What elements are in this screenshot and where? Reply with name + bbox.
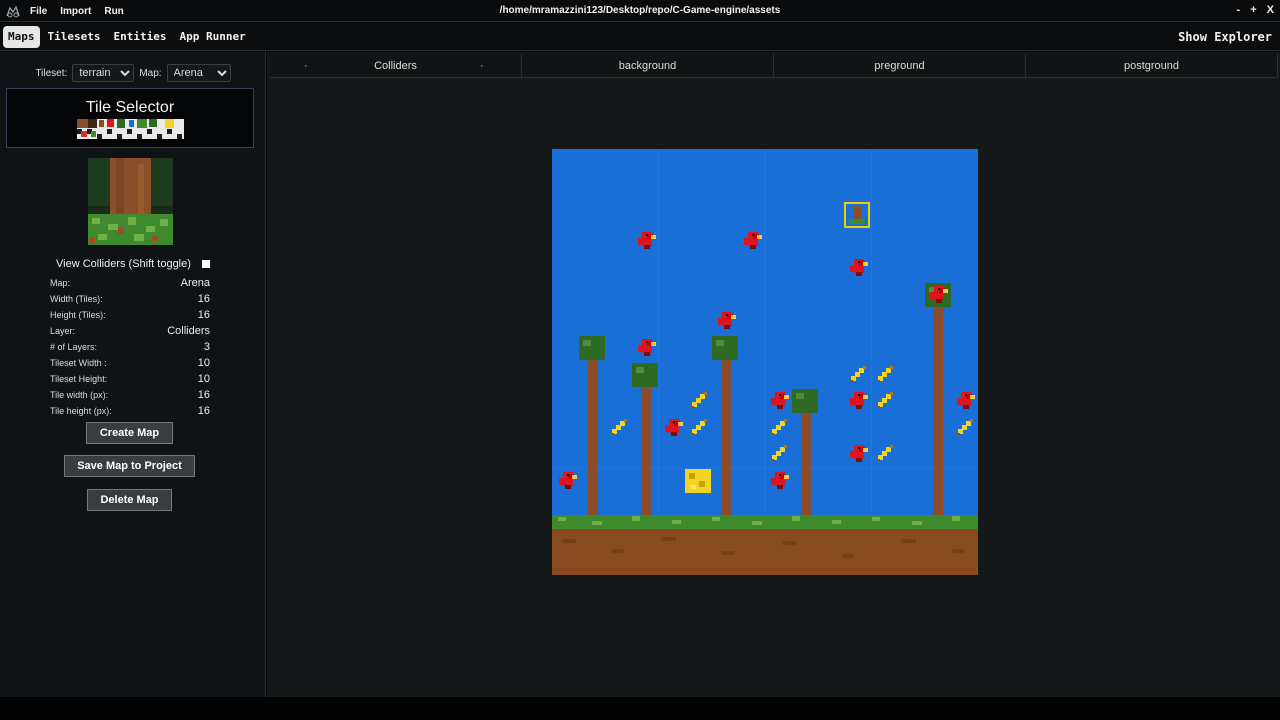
layer-tab-preground[interactable]: preground: [774, 54, 1026, 77]
status-bar: [0, 697, 1280, 720]
property-key: Tile width (px):: [50, 390, 109, 400]
create-map-button[interactable]: Create Map: [86, 422, 173, 444]
property-key: Map:: [50, 278, 71, 288]
drag-handle-icon: ·: [304, 60, 308, 72]
tile-selector-title: Tile Selector: [85, 99, 175, 116]
view-colliders-label: View Colliders (Shift toggle): [56, 258, 191, 270]
tile-selector-panel: Tile Selector: [6, 88, 254, 148]
close-button[interactable]: X: [1267, 4, 1274, 16]
tab-app-runner[interactable]: App Runner: [174, 26, 250, 48]
drag-handle-icon: ·: [480, 60, 484, 72]
map-editor: · Colliders · background preground postg…: [267, 52, 1280, 697]
property-row: Tile width (px): 16: [50, 387, 210, 403]
menu-file[interactable]: File: [30, 6, 47, 17]
map-label: Map:: [139, 67, 162, 79]
view-colliders-row: View Colliders (Shift toggle): [0, 258, 266, 270]
layer-tab-postground[interactable]: postground: [1026, 54, 1278, 77]
property-value: 16: [197, 293, 210, 305]
window-controls: - + X: [1237, 4, 1274, 16]
layer-tabs: · Colliders · background preground postg…: [270, 54, 1278, 78]
menu-import[interactable]: Import: [60, 6, 91, 17]
tileset-thumbnail[interactable]: [77, 119, 184, 139]
menu-bar: File Import Run: [30, 0, 124, 22]
property-row: Tileset Height: 10: [50, 371, 210, 387]
property-row: Map: Arena: [50, 275, 210, 291]
window-title-path: /home/mramazzini123/Desktop/repo/C-Game-…: [499, 5, 781, 16]
property-value: 3: [203, 341, 210, 353]
property-row: # of Layers: 3: [50, 339, 210, 355]
tileset-select[interactable]: terrain: [72, 64, 135, 82]
property-value: 16: [197, 405, 210, 417]
app-logo-icon: [6, 5, 20, 18]
property-value: Arena: [180, 277, 210, 289]
property-key: Tileset Width :: [50, 358, 107, 368]
map-canvas[interactable]: [552, 149, 978, 575]
property-key: Layer:: [50, 326, 76, 336]
minimize-button[interactable]: -: [1237, 4, 1241, 16]
layer-tab-background[interactable]: background: [522, 54, 774, 77]
save-map-button[interactable]: Save Map to Project: [64, 455, 195, 477]
map-sidebar: Tileset: terrain Map: Arena Tile Selecto…: [0, 52, 266, 697]
property-value: 16: [197, 389, 210, 401]
layer-tab-colliders[interactable]: · Colliders ·: [270, 54, 522, 77]
selector-row: Tileset: terrain Map: Arena: [0, 64, 266, 82]
property-row: Height (Tiles): 16: [50, 307, 210, 323]
map-properties: Map: Arena Width (Tiles): 16 Height (Tiles…: [50, 275, 210, 419]
nav-bar: Maps Tilesets Entities App Runner Show E…: [0, 23, 1280, 51]
menu-run[interactable]: Run: [104, 6, 123, 17]
property-value: 10: [197, 357, 210, 369]
show-explorer-button[interactable]: Show Explorer: [1178, 30, 1272, 44]
map-select[interactable]: Arena: [166, 64, 231, 82]
tileset-label: Tileset:: [35, 67, 68, 79]
property-key: Width (Tiles):: [50, 294, 103, 304]
property-value: 10: [197, 373, 210, 385]
tab-maps[interactable]: Maps: [3, 26, 40, 48]
main-tabs: Maps Tilesets Entities App Runner: [3, 26, 251, 48]
tab-tilesets[interactable]: Tilesets: [43, 26, 106, 48]
property-key: Tile height (px):: [50, 406, 112, 416]
property-row: Tile height (px): 16: [50, 403, 210, 419]
tab-entities[interactable]: Entities: [108, 26, 171, 48]
property-row: Tileset Width : 10: [50, 355, 210, 371]
property-value: 16: [197, 309, 210, 321]
banana-bunch-sprite: [685, 469, 711, 493]
property-key: Tileset Height:: [50, 374, 108, 384]
property-key: # of Layers:: [50, 342, 98, 352]
title-bar: File Import Run /home/mramazzini123/Desk…: [0, 0, 1280, 22]
maximize-button[interactable]: +: [1250, 4, 1256, 16]
selected-tile-preview: [88, 158, 173, 245]
view-colliders-checkbox[interactable]: [201, 260, 210, 269]
property-key: Height (Tiles):: [50, 310, 106, 320]
property-value: Colliders: [167, 325, 210, 337]
delete-map-button[interactable]: Delete Map: [87, 489, 172, 511]
layer-tab-label: Colliders: [374, 60, 417, 72]
property-row: Width (Tiles): 16: [50, 291, 210, 307]
property-row: Layer: Colliders: [50, 323, 210, 339]
